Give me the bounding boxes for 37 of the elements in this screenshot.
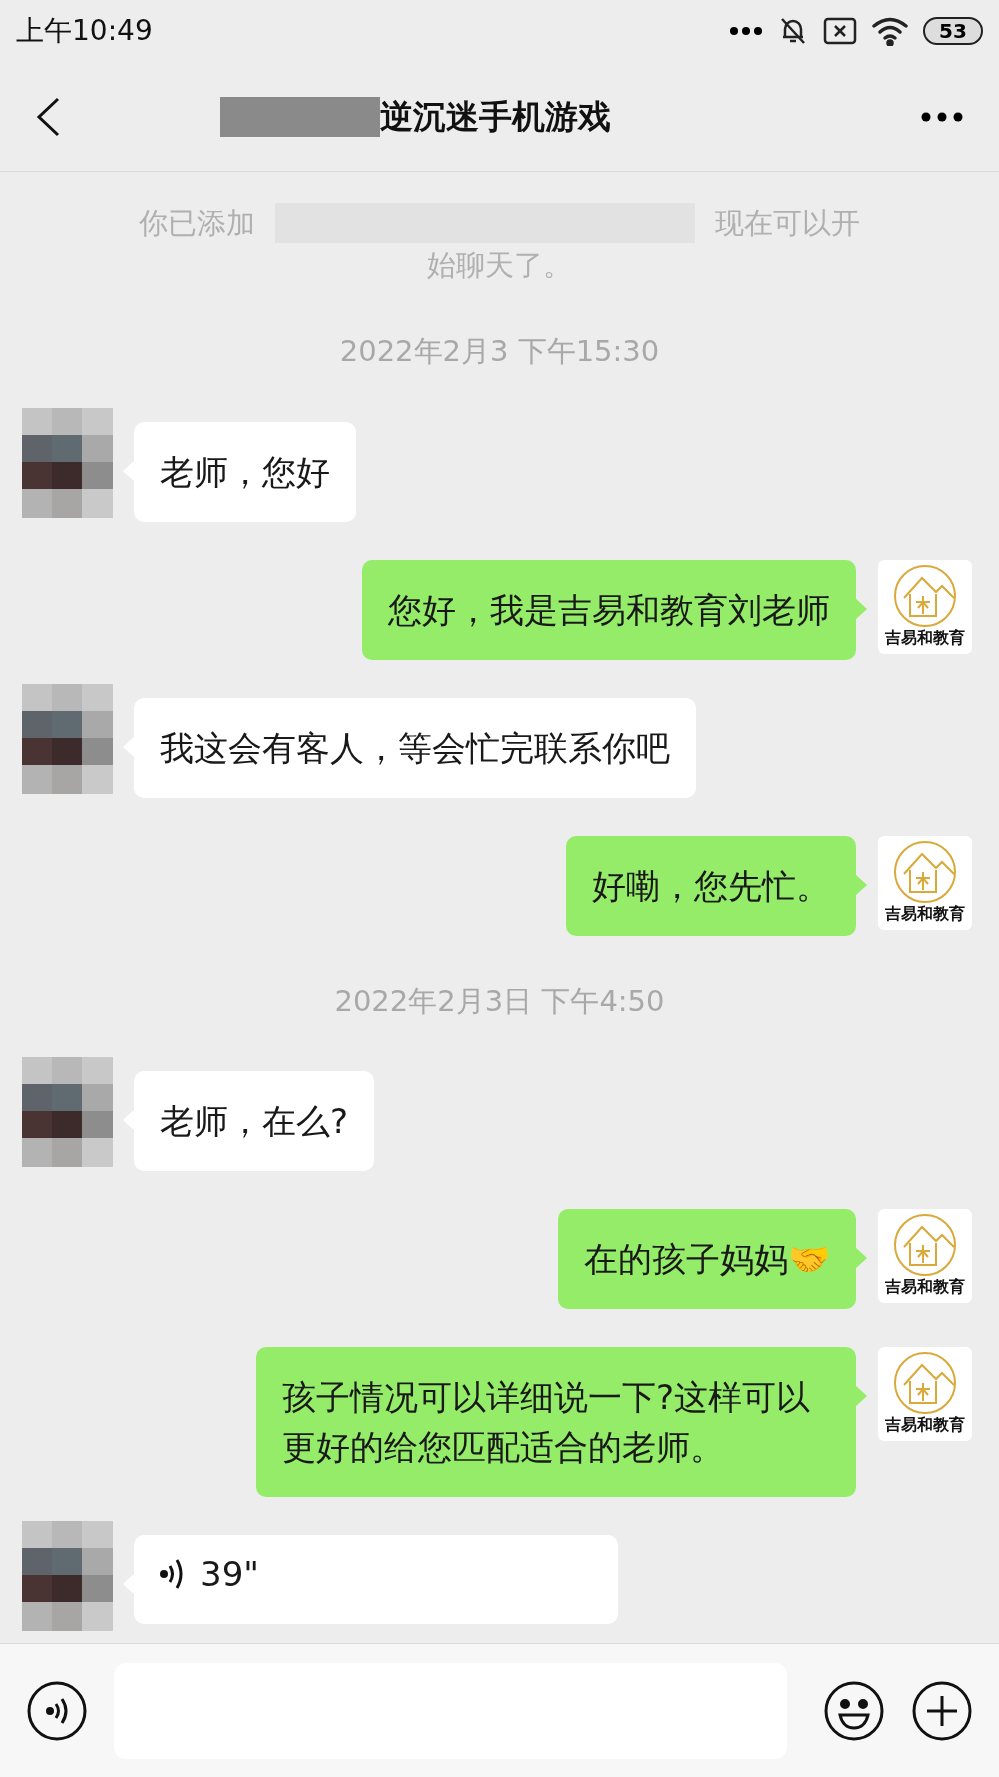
bubble-tail — [855, 1247, 867, 1269]
message-bubble[interactable]: 老师，您好 — [134, 421, 356, 522]
voice-input-icon[interactable] — [26, 1679, 88, 1742]
house-logo-icon — [892, 1351, 958, 1415]
wifi-icon — [871, 16, 909, 46]
house-logo-icon — [892, 839, 958, 904]
status-time: 上午10:49 — [16, 13, 153, 49]
more-dots-icon — [729, 26, 763, 36]
timestamp: 2022年2月3日 下午4:50 — [334, 982, 665, 1020]
chat-title: 逆沉迷手机游戏 — [380, 95, 611, 138]
emoji-icon[interactable] — [823, 1679, 885, 1742]
voice-message-bubble[interactable]: 39" — [134, 1535, 618, 1624]
message-bubble[interactable]: 孩子情况可以详细说一下?这样可以更好的给您匹配适合的老师。 — [256, 1347, 856, 1497]
bubble-tail — [855, 597, 867, 620]
logo-caption: 吉易和教育 — [885, 1415, 965, 1435]
bubble-tail — [855, 1385, 867, 1407]
system-notice: 始聊天了。 — [427, 247, 572, 284]
bubble-tail — [855, 873, 867, 896]
logo-caption: 吉易和教育 — [885, 903, 965, 924]
voice-duration: 39" — [200, 1553, 259, 1596]
system-notice: 现在可以开 — [715, 205, 860, 242]
close-box-icon — [823, 17, 857, 45]
battery-indicator: 53 — [923, 17, 983, 45]
more-icon[interactable] — [921, 111, 963, 122]
timestamp: 2022年2月3 下午15:30 — [339, 333, 660, 370]
message-bubble[interactable]: 我这会有客人，等会忙完联系你吧 — [134, 697, 696, 798]
message-bubble[interactable]: 好嘞，您先忙。 — [566, 835, 856, 936]
back-icon[interactable] — [36, 96, 60, 137]
message-bubble[interactable]: 您好，我是吉易和教育刘老师 — [362, 559, 856, 660]
add-icon[interactable] — [911, 1679, 973, 1742]
message-bubble[interactable]: 在的孩子妈妈🤝 — [558, 1209, 856, 1309]
house-logo-icon — [892, 563, 958, 628]
logo-caption: 吉易和教育 — [885, 627, 965, 648]
house-logo-icon — [892, 1213, 958, 1277]
message-bubble[interactable]: 老师，在么? — [134, 1071, 375, 1171]
logo-caption: 吉易和教育 — [885, 1277, 965, 1297]
system-notice: 你已添加 — [139, 205, 255, 242]
